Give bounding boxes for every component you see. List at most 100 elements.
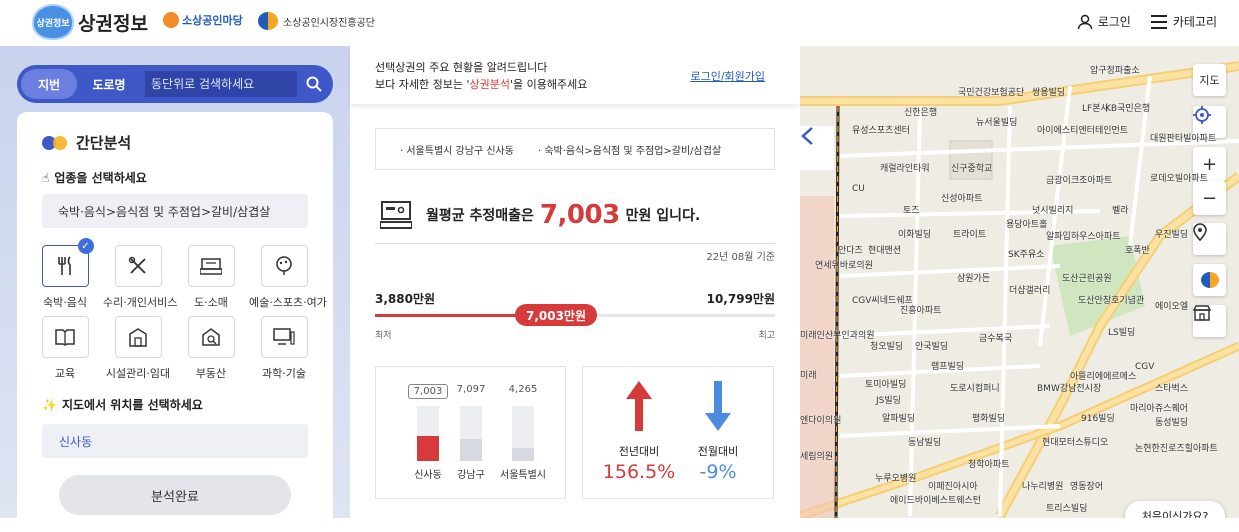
map-place-label[interactable]: KB국민은행 <box>1105 104 1150 115</box>
map-place-label[interactable]: 신한은행 <box>904 108 937 119</box>
map-place-label[interactable]: SK주유소 <box>1008 250 1044 261</box>
map-place-label[interactable]: 트라이트 <box>953 230 986 241</box>
map-place-label[interactable]: 현대맨션 <box>868 246 901 257</box>
map-place-label[interactable]: 에이드바이베스트웨스턴 <box>890 496 981 507</box>
map-place-label[interactable]: 램프빌딩 <box>931 362 964 373</box>
map-place-label[interactable]: 나누리병원 <box>1022 482 1063 493</box>
category-facility-rental[interactable]: 시설관리·임대 <box>103 316 173 381</box>
map-place-label[interactable]: 이화빌딩 <box>898 230 931 241</box>
map-place-label[interactable]: 쌍용빌딩 <box>1032 88 1065 99</box>
map-place-label[interactable]: 뉴서울빌딩 <box>976 118 1017 129</box>
category-icon-box <box>187 245 235 287</box>
tab-lot-number[interactable]: 지번 <box>21 69 77 99</box>
category-retail[interactable]: 도·소매 <box>176 245 246 310</box>
map-place-label[interactable]: 논현한진로즈힐아파트 <box>1135 444 1218 455</box>
map-place-label[interactable]: 영동장어 <box>1070 482 1103 493</box>
map-place-label[interactable]: 신성아파트 <box>941 194 982 205</box>
map-place-label[interactable]: JS빌딩 <box>876 396 901 407</box>
notice-highlight[interactable]: 상권분석 <box>469 78 509 91</box>
search-input[interactable] <box>145 71 297 97</box>
hamburger-icon <box>1150 14 1167 29</box>
search-button[interactable] <box>299 69 329 99</box>
map-place-label[interactable]: 에이오엘 <box>1155 302 1188 313</box>
map-place-label[interactable]: 호폭반 <box>1125 246 1150 257</box>
map-place-label[interactable]: 캐럴라인타워 <box>880 164 930 175</box>
map-place-label[interactable]: 진흥아파트 <box>900 306 941 317</box>
map-place-label[interactable]: 스타벅스 <box>1155 384 1188 395</box>
map-place-label[interactable]: 도산안창호기념관 <box>1078 296 1144 307</box>
map-place-label[interactable]: 미래인산부인과의원 <box>800 331 875 342</box>
map-place-label[interactable]: 토즈 <box>903 206 920 217</box>
first-visit-button[interactable]: 처음이신가요? <box>1125 501 1225 518</box>
category-repair-service[interactable]: 수리·개인서비스 <box>103 245 177 310</box>
map-place-label[interactable]: 삼원가든 <box>957 274 990 285</box>
map-place-label[interactable]: 용당아트홀 <box>1006 220 1047 231</box>
map-marker-button[interactable] <box>1193 223 1226 255</box>
map-place-label[interactable]: 평화빌딩 <box>972 414 1005 425</box>
map-place-label[interactable]: 안국빌딩 <box>915 342 948 353</box>
map-place-label[interactable]: 동성빌딩 <box>1155 418 1188 429</box>
map-place-label[interactable]: LS빌딩 <box>1108 328 1135 339</box>
map-place-label[interactable]: 알파빌딩 <box>882 414 915 425</box>
site-logo[interactable]: 상권정보 상권정보 <box>32 4 148 40</box>
industry-select[interactable]: 숙박·음식>음식점 및 주점업>갈비/삼겹살 <box>42 194 308 228</box>
map-place-label[interactable]: 엔다이의원 <box>800 416 841 427</box>
map-place-label[interactable]: 연세위바로의원 <box>815 261 873 272</box>
map-place-label[interactable]: 현대모터스튜디오 <box>1042 438 1108 449</box>
map-place-label[interactable]: 이페진아시아 <box>928 482 978 493</box>
tab-road-name[interactable]: 도로명 <box>79 69 139 99</box>
map-place-label[interactable]: 안다즈 <box>838 246 863 257</box>
map-place-label[interactable]: 더샵갤러리 <box>1009 286 1050 297</box>
map-place-label[interactable]: 신구중학교 <box>951 164 992 175</box>
partner-link-sosang-madang[interactable]: 소상공인마당 <box>163 12 243 28</box>
store-layer-button[interactable] <box>1193 305 1226 337</box>
partner-link-semas[interactable]: 소상공인시장진흥공단 <box>258 12 375 30</box>
login-button[interactable]: 로그인 <box>1077 13 1131 30</box>
map-place-label[interactable]: 알파입하우스아파트 <box>1046 232 1121 243</box>
map-place-label[interactable]: 아뜰리에에르메스 <box>1070 372 1136 383</box>
map-place-label[interactable]: 국민건강보험공단 <box>958 88 1024 99</box>
category-label: 카테고리 <box>1172 15 1217 29</box>
map-place-label[interactable]: 미래 <box>800 371 817 382</box>
map-place-label[interactable]: CU <box>852 184 865 195</box>
map-place-label[interactable]: 916빌딩 <box>1081 414 1115 425</box>
map-type-button[interactable]: 지도 <box>1193 64 1226 96</box>
region-select[interactable]: 신사동 <box>42 424 308 458</box>
semas-layer-button[interactable] <box>1193 264 1226 296</box>
map-place-label[interactable]: 로데오빌아파트 <box>1150 174 1208 185</box>
map-place-label[interactable]: 마리아쥬스퀘어 <box>1130 404 1188 415</box>
notice-line1: 선택상권의 주요 현황을 알려드립니다 <box>375 61 548 74</box>
zoom-out-button[interactable]: − <box>1193 181 1226 215</box>
login-join-link[interactable]: 로그인/회원가입 <box>690 68 765 84</box>
map-place-label[interactable]: 토미아빌딩 <box>865 380 906 391</box>
map-place-label[interactable]: 아이에스티엔터테인먼트 <box>1037 126 1128 137</box>
map-place-label[interactable]: 유성스포츠센터 <box>852 126 910 137</box>
category-lodging-food[interactable]: ✓ 숙박·음식 <box>30 238 100 310</box>
map-place-label[interactable]: 금광이크조아파트 <box>1046 176 1112 187</box>
map-place-label[interactable]: 대원판타빌아파트 <box>1150 134 1216 145</box>
map-place-label[interactable]: 동남빌딩 <box>908 438 941 449</box>
category-science-tech[interactable]: 과학·기술 <box>249 316 319 381</box>
map-collapse-button[interactable] <box>800 126 834 170</box>
step2-text: 지도에서 위치를 선택하세요 <box>61 398 203 412</box>
map-place-label[interactable]: 벨라 <box>1112 206 1129 217</box>
map-place-label[interactable]: 트리스빌딩 <box>1046 504 1087 515</box>
map-place-label[interactable]: 청학아파트 <box>968 460 1009 471</box>
analysis-complete-button[interactable]: 분석완료 <box>59 475 291 515</box>
map-place-label[interactable]: 압구정파출소 <box>1090 66 1140 77</box>
category-arts-sports[interactable]: 예술·스포츠·여가 <box>249 245 327 310</box>
map-place-label[interactable]: 금수복국 <box>979 334 1012 345</box>
map-place-label[interactable]: 세림의원 <box>800 452 833 463</box>
map-place-label[interactable]: BMW강남전시장 <box>1037 384 1101 395</box>
map-place-label[interactable]: CGV <box>1135 362 1154 373</box>
map-place-label[interactable]: 우진빌딩 <box>1155 230 1188 241</box>
map-place-label[interactable]: 도산근린공원 <box>1062 274 1112 285</box>
map-place-label[interactable]: 넛시빌리지 <box>1032 206 1073 217</box>
map-place-label[interactable]: 청오빌딩 <box>870 342 903 353</box>
map-place-label[interactable]: 도로시컴퍼니 <box>950 384 1000 395</box>
category-menu-button[interactable]: 카테고리 <box>1150 13 1217 30</box>
map-place-label[interactable]: 누루오병원 <box>875 474 916 485</box>
map-view[interactable]: 지도 + − 처음이신가요? 압구정파출소 국민건강보험공단 쌍용빌딩 LF본사 KB국… <box>800 46 1239 518</box>
category-real-estate[interactable]: 부동산 <box>176 316 246 381</box>
category-education[interactable]: 교육 <box>30 316 100 381</box>
